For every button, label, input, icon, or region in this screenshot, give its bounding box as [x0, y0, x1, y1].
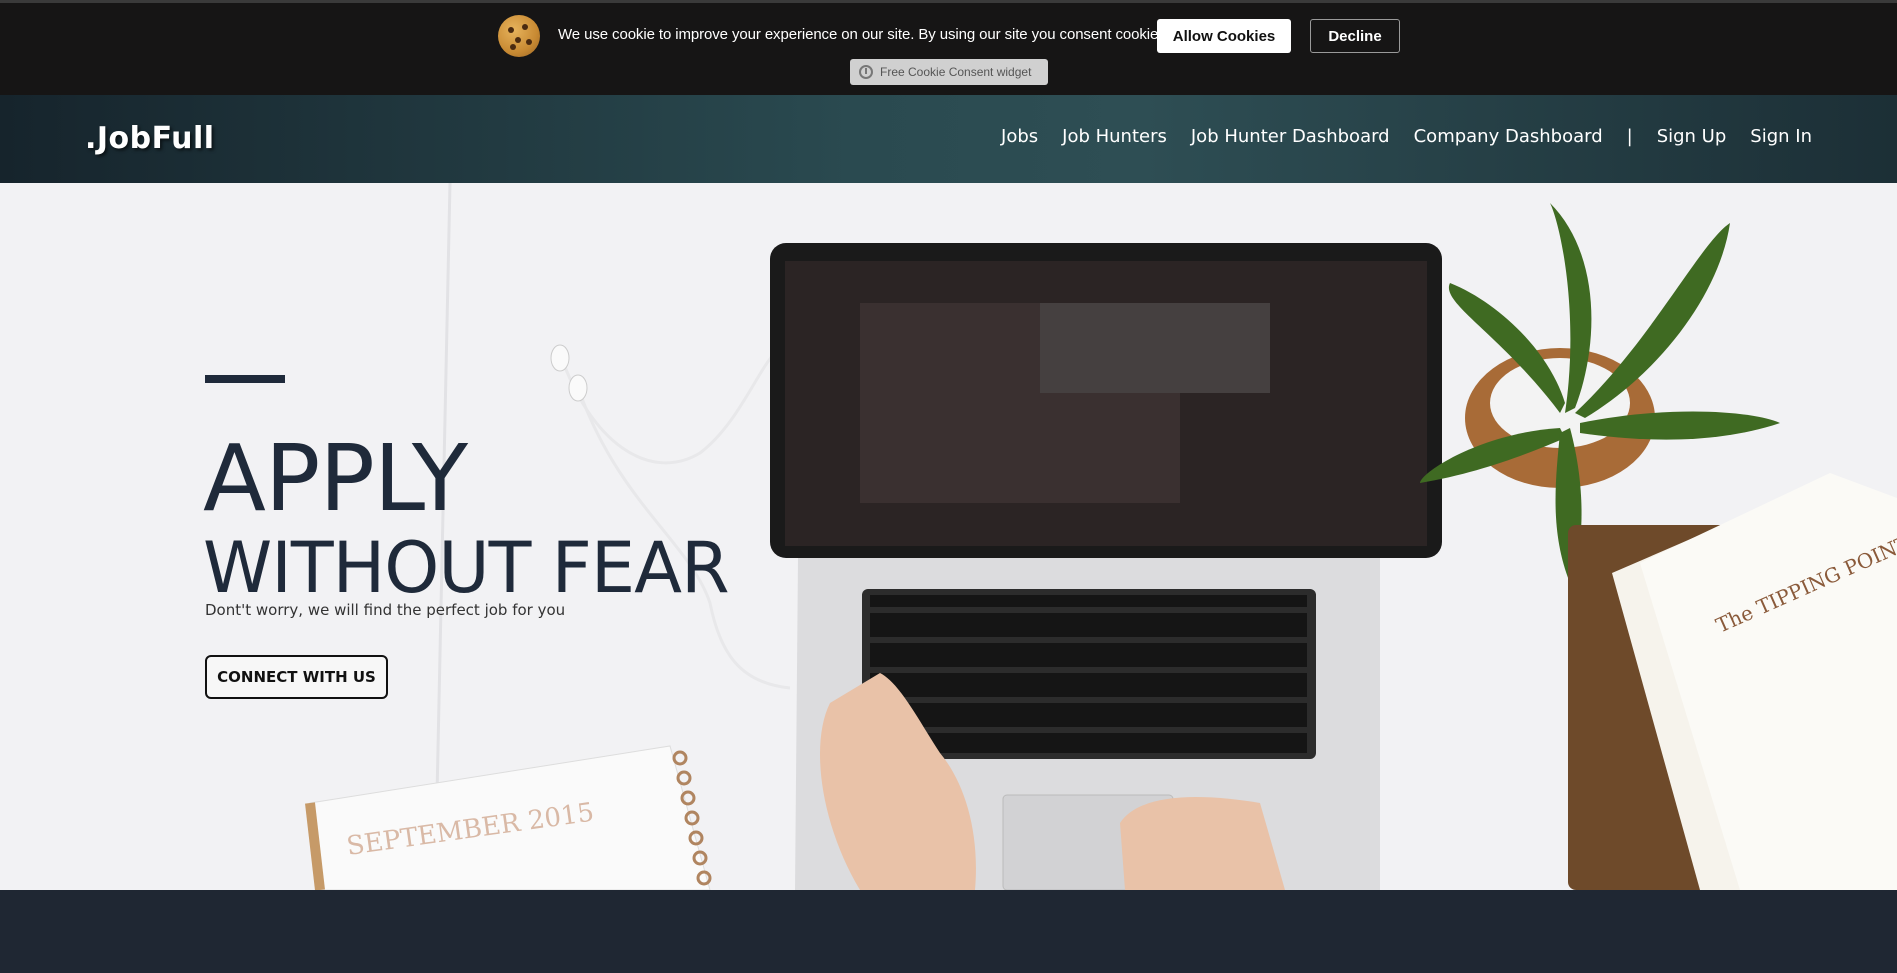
nav-link-sign-up[interactable]: Sign Up: [1657, 126, 1727, 147]
hero-subtitle: Dont't worry, we will find the perfect j…: [205, 601, 566, 619]
allow-cookies-button[interactable]: Allow Cookies: [1157, 19, 1291, 53]
hero-title-line2: WITHOUT FEAR: [203, 527, 730, 609]
nav-link-sign-in[interactable]: Sign In: [1750, 126, 1812, 147]
cookie-consent-bar: We use cookie to improve your experience…: [0, 0, 1897, 95]
cookie-icon: [498, 15, 540, 57]
hero-section: The TIPPING POINT SEPTEMBER 2015 APPLY W…: [0, 183, 1897, 890]
nav-link-job-hunter-dashboard[interactable]: Job Hunter Dashboard: [1191, 126, 1390, 147]
cookie-message: We use cookie to improve your experience…: [558, 26, 1170, 43]
nav-link-company-dashboard[interactable]: Company Dashboard: [1414, 126, 1603, 147]
nav-links: Jobs Job Hunters Job Hunter Dashboard Co…: [1001, 126, 1812, 147]
cookie-widget-label: Free Cookie Consent widget: [880, 65, 1032, 79]
hero-accent-bar: [205, 375, 285, 383]
history-icon: [859, 65, 873, 79]
connect-with-us-button[interactable]: CONNECT WITH US: [205, 655, 388, 699]
main-navbar: .JobFull Jobs Job Hunters Job Hunter Das…: [0, 95, 1897, 183]
nav-link-job-hunters[interactable]: Job Hunters: [1062, 126, 1167, 147]
nav-link-jobs[interactable]: Jobs: [1001, 126, 1038, 147]
decline-cookies-button[interactable]: Decline: [1310, 19, 1400, 53]
site-logo[interactable]: .JobFull: [85, 121, 215, 156]
next-section: [0, 890, 1897, 973]
hero-title-line1: APPLY: [203, 425, 468, 532]
cookie-widget-badge[interactable]: Free Cookie Consent widget: [850, 59, 1048, 85]
nav-divider: |: [1626, 126, 1633, 147]
